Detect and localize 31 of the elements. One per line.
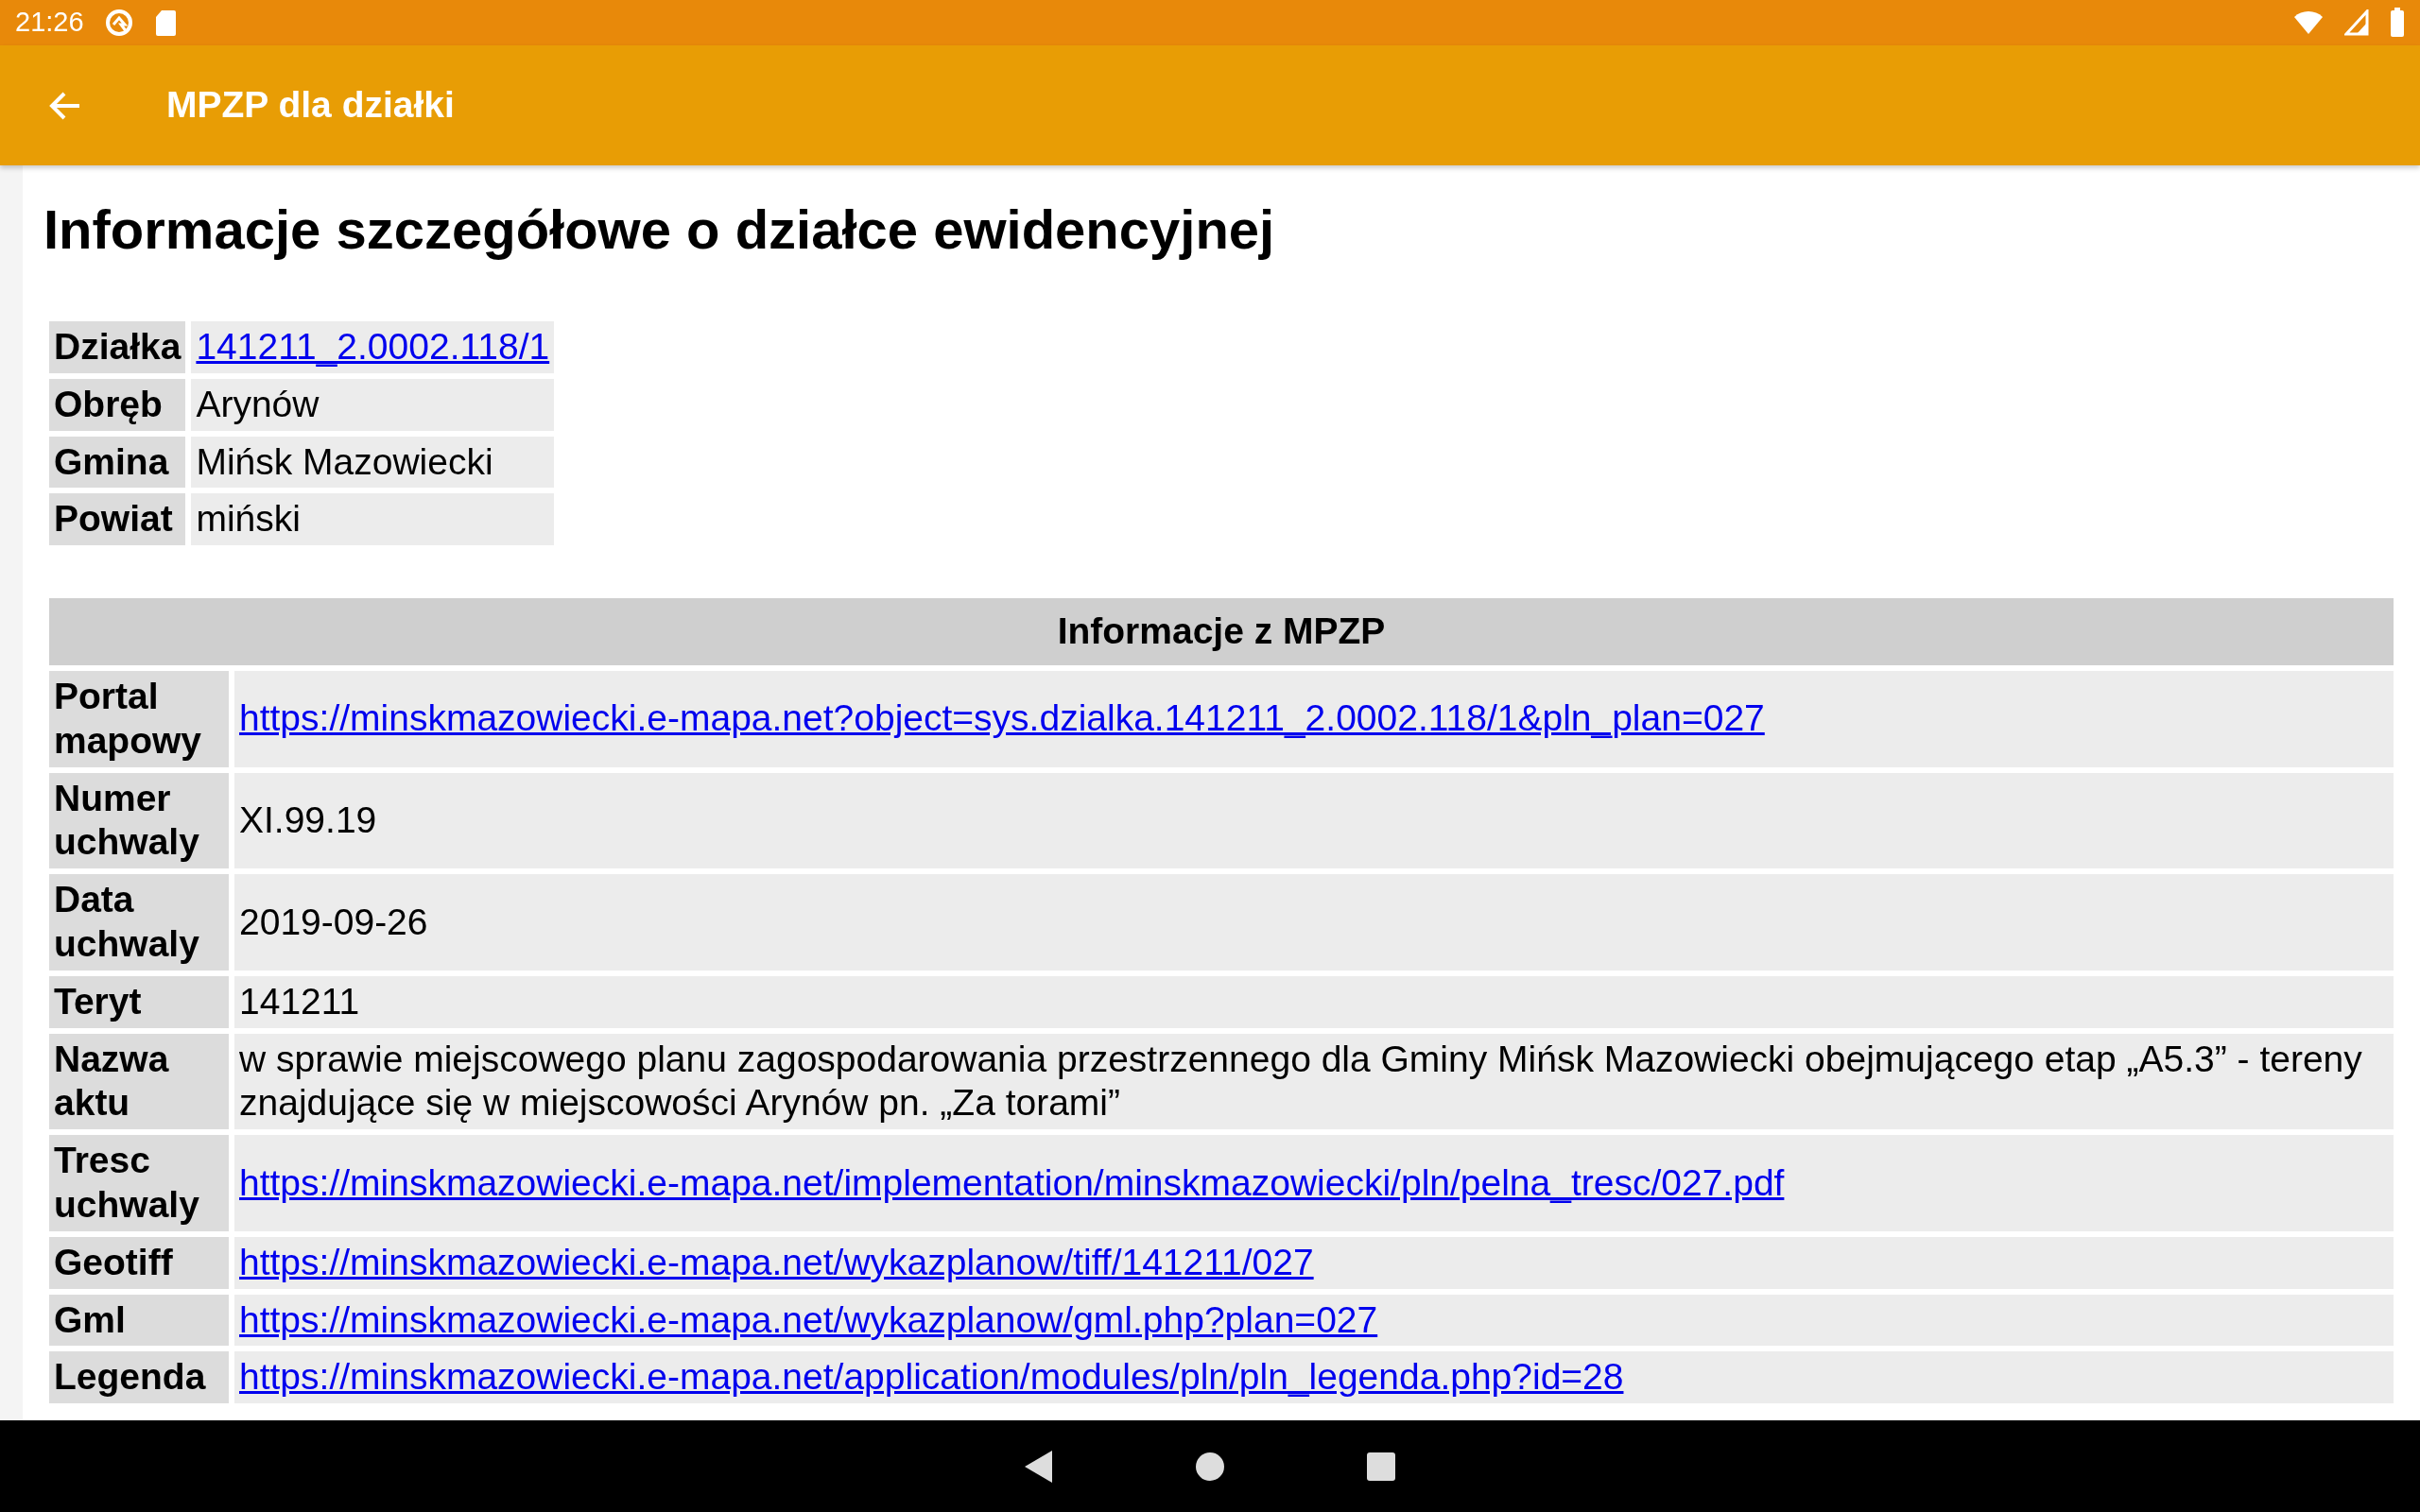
battery-icon [2390, 8, 2405, 38]
value-cell: w sprawie miejscowego planu zagospodarowania przestrzennego dla Gminy Mińsk Mazowiecki obejmującego etap „A5.3” - tereny znajdujące się w miejscowości Arynów pn. „Za torami” [234, 1033, 2394, 1130]
signal-icon [2344, 9, 2369, 36]
value-cell: 141211 [234, 975, 2394, 1028]
value-cell: Mińsk Mazowiecki [191, 436, 555, 489]
label-cell: Obręb [49, 378, 186, 431]
value-cell: Arynów [191, 378, 555, 431]
label-cell: Numer uchwaly [49, 772, 229, 869]
label-cell: Geotiff [49, 1236, 229, 1289]
label-cell: Portal mapowy [49, 671, 229, 767]
value-cell: XI.99.19 [234, 772, 2394, 869]
label-cell: Tresc uchwaly [49, 1135, 229, 1231]
back-nav-button[interactable] [1025, 1450, 1053, 1483]
label-cell: Działka [49, 321, 186, 373]
label-cell: Data uchwaly [49, 874, 229, 971]
home-nav-button[interactable] [1195, 1451, 1225, 1482]
table-header: Informacje z MPZP [49, 598, 2394, 665]
status-time: 21:26 [15, 6, 84, 40]
sd-card-icon [153, 9, 177, 37]
wifi-icon [2293, 9, 2324, 36]
label-cell: Teryt [49, 975, 229, 1028]
app-bar-title: MPZP dla działki [166, 83, 455, 128]
value-cell: miński [191, 493, 555, 546]
value-cell: 2019-09-26 [234, 874, 2394, 971]
page-heading: Informacje szczegółowe o działce ewidencyjnej [43, 198, 1276, 262]
label-cell: Gmina [49, 436, 186, 489]
label-cell: Gml [49, 1294, 229, 1347]
recents-nav-button[interactable] [1367, 1452, 1395, 1481]
label-cell: Nazwa aktu [49, 1033, 229, 1130]
label-cell: Legenda [49, 1351, 229, 1404]
label-cell: Powiat [49, 493, 186, 546]
